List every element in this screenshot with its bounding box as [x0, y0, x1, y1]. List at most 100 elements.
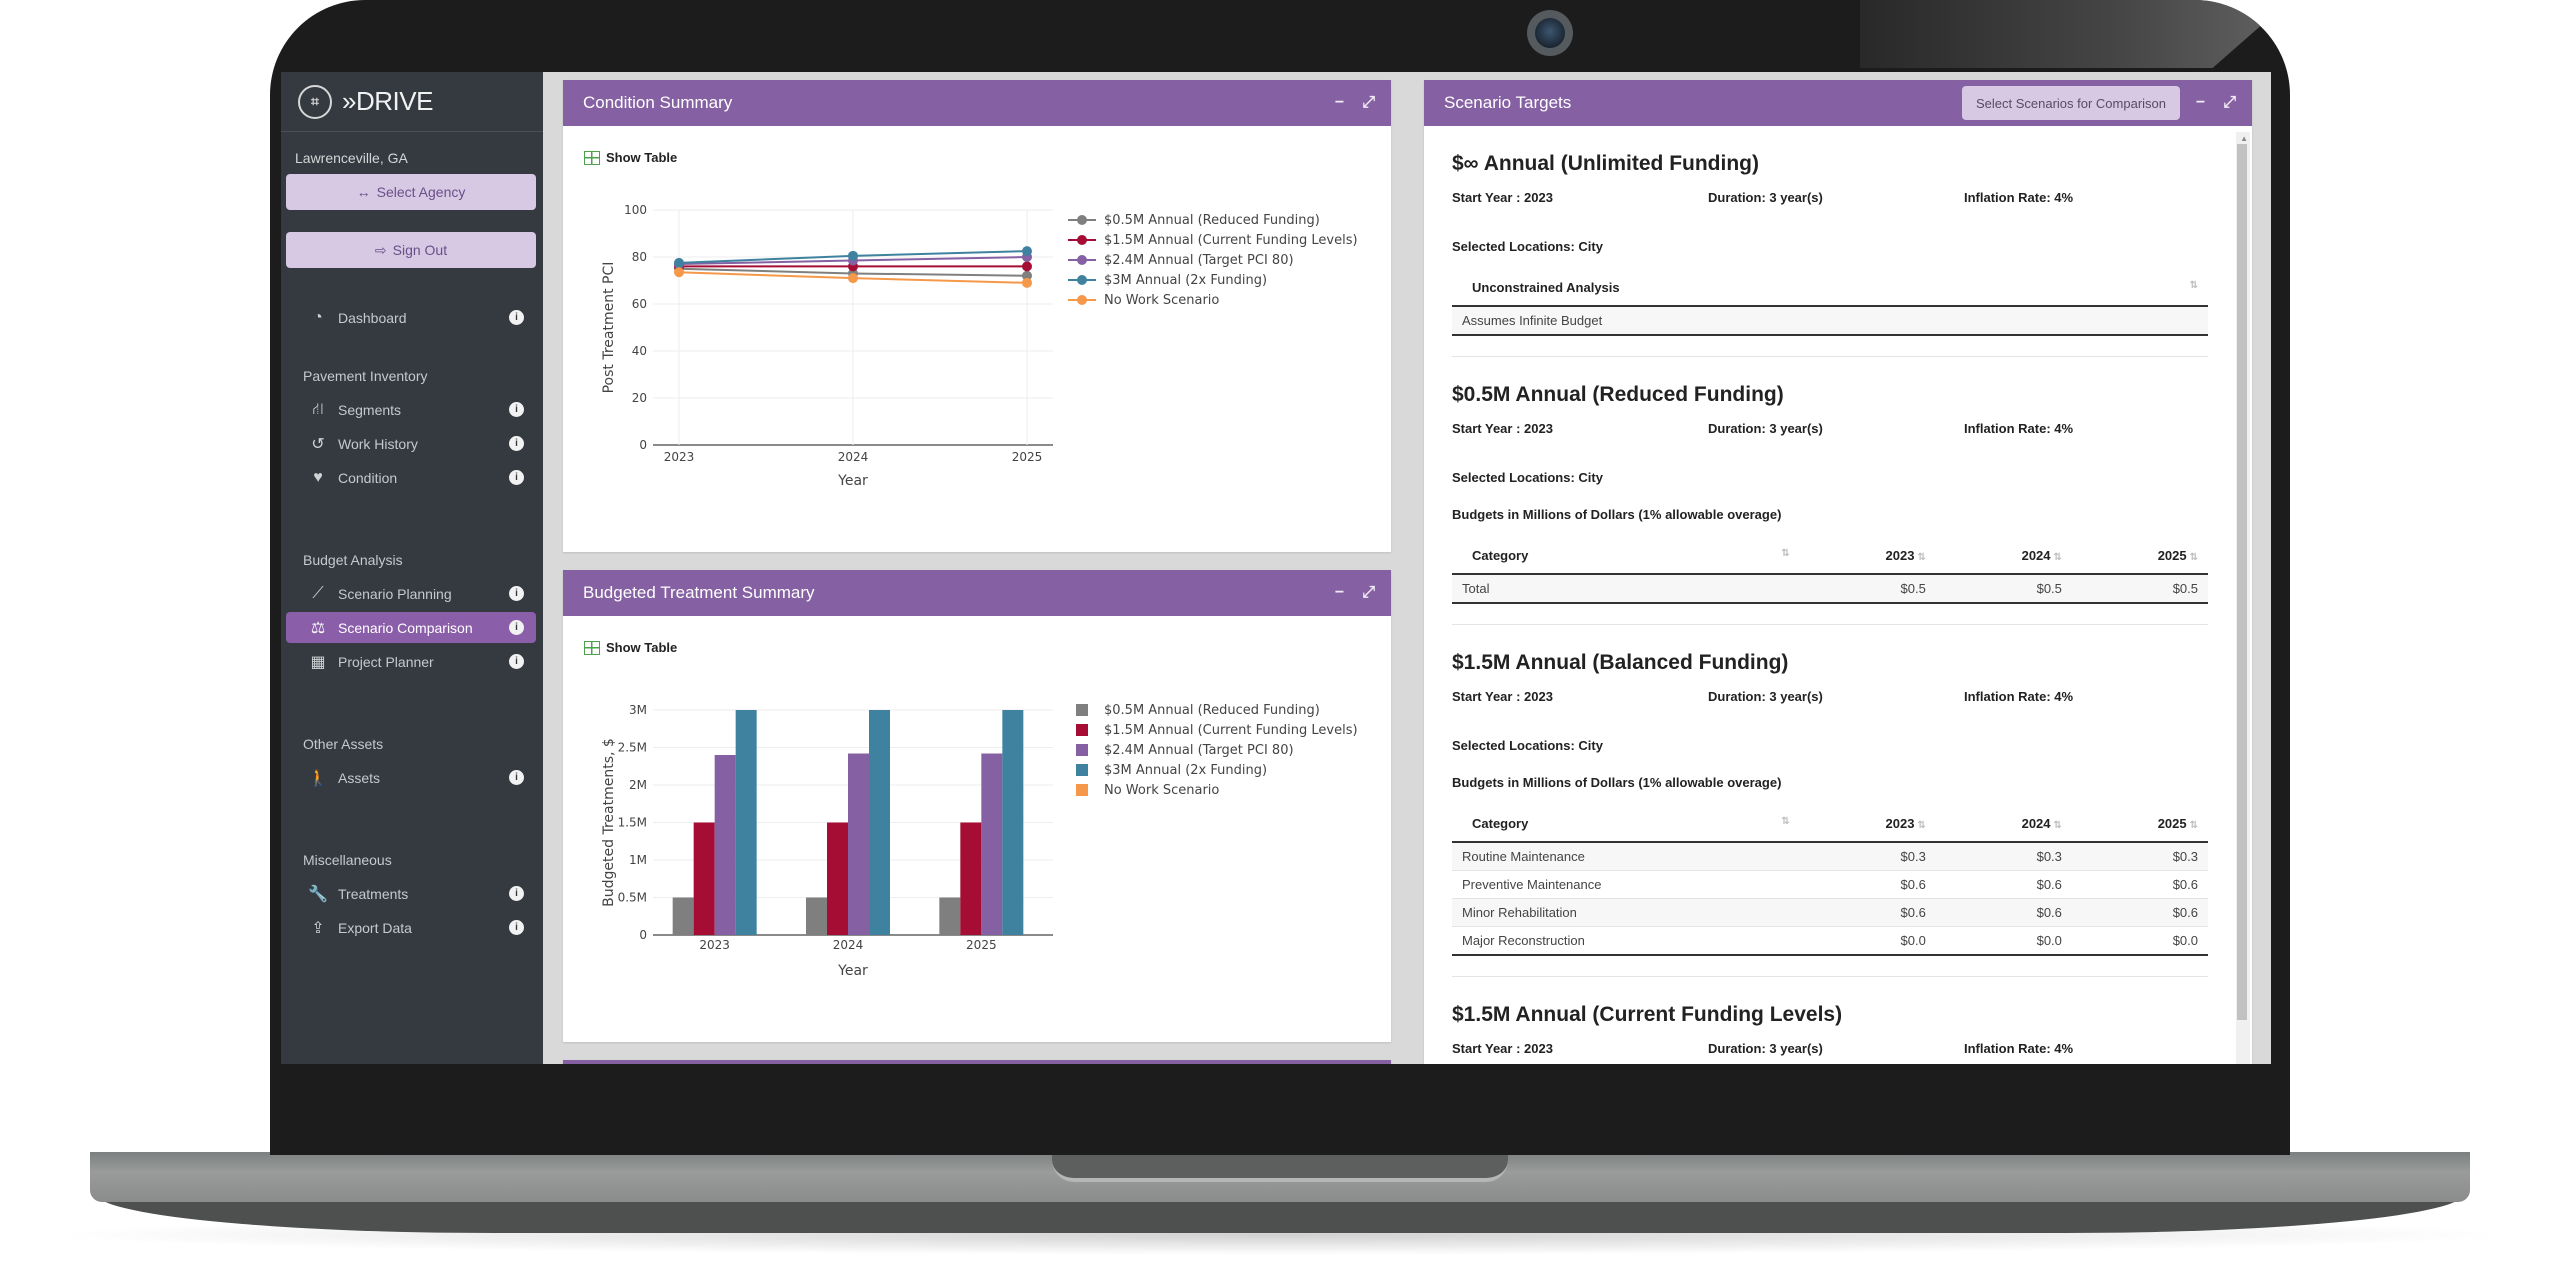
info-icon[interactable]: i — [509, 886, 524, 901]
inflation-rate: Inflation Rate: 4% — [1964, 1041, 2074, 1056]
info-icon[interactable]: i — [509, 310, 524, 325]
sidebar-item-scenario-comparison[interactable]: ⚖ Scenario Comparison i — [286, 612, 536, 643]
y-tick-label: 3M — [629, 703, 647, 717]
upload-icon: ⇪ — [311, 919, 325, 937]
x-tick-label: 2025 — [966, 938, 997, 952]
y-tick-label: 2.5M — [618, 741, 647, 755]
sidebar-item-assets[interactable]: 🚶 Assets i — [286, 762, 536, 793]
inflation-rate: Inflation Rate: 4% — [1964, 190, 2074, 205]
expand-icon[interactable]: ⤢ — [1362, 94, 1375, 112]
legend-label: $1.5M Annual (Current Funding Levels) — [1104, 723, 1358, 738]
info-icon[interactable]: i — [509, 470, 524, 485]
start-year: Start Year : 2023 — [1452, 1041, 1553, 1056]
legend-label: No Work Scenario — [1104, 783, 1219, 798]
column-header[interactable]: Category ⇅ — [1452, 808, 1800, 843]
minimize-icon[interactable]: − — [2196, 94, 2205, 112]
legend-marker — [1077, 275, 1087, 285]
budget-note: Budgets in Millions of Dollars (1% allow… — [1452, 507, 1782, 522]
sort-icon[interactable]: ⇅ — [2054, 820, 2062, 831]
column-header[interactable]: 2024 ⇅ — [1935, 540, 2072, 575]
column-header[interactable]: Unconstrained Analysis ⇅ — [1452, 272, 2208, 307]
column-header[interactable]: 2024 ⇅ — [1935, 808, 2072, 843]
info-icon[interactable]: i — [509, 620, 524, 635]
select-agency-button[interactable]: ↔ Select Agency — [286, 174, 536, 210]
data-point — [848, 250, 858, 261]
budget-note: Budgets in Millions of Dollars (1% allow… — [1452, 775, 1782, 790]
sidebar-item-work-history[interactable]: ↺ Work History i — [286, 428, 536, 459]
y-tick-label: 40 — [632, 344, 647, 358]
sort-icon[interactable]: ⇅ — [2190, 552, 2198, 563]
legend-marker — [1077, 255, 1087, 265]
column-header[interactable]: 2023 ⇅ — [1799, 808, 1936, 843]
sort-icon[interactable]: ⇅ — [1917, 820, 1925, 831]
sign-out-button[interactable]: ⇨ Sign Out — [286, 232, 536, 268]
sort-icon[interactable]: ⇅ — [2190, 820, 2198, 831]
info-icon[interactable]: i — [509, 770, 524, 785]
info-icon[interactable]: i — [509, 436, 524, 451]
sort-icon[interactable]: ⇅ — [2190, 280, 2198, 291]
y-tick-label: 0 — [639, 928, 647, 942]
nav-section-title: Other Assets — [303, 736, 384, 752]
expand-icon[interactable]: ⤢ — [2223, 94, 2236, 112]
column-header[interactable]: 2023 ⇅ — [1799, 540, 1936, 575]
sidebar-item-label: Segments — [338, 401, 402, 418]
column-header[interactable]: Category ⇅ — [1452, 540, 1800, 575]
bar — [960, 822, 982, 935]
sidebar-item-scenario-planning[interactable]: ⟋ Scenario Planning i — [286, 578, 536, 609]
table-cell: $0.5 — [2071, 574, 2208, 604]
y-tick-label: 0.5M — [618, 891, 647, 905]
sidebar-item-label: Assets — [338, 769, 381, 786]
sidebar-item-export-data[interactable]: ⇪ Export Data i — [286, 912, 536, 943]
table-cell: Major Reconstruction — [1452, 926, 1800, 956]
legend-label: $2.4M Annual (Target PCI 80) — [1104, 743, 1294, 758]
sidebar-item-label: Work History — [338, 435, 418, 452]
unconstrained-table: Unconstrained Analysis ⇅ Assumes Infinite… — [1452, 272, 2208, 336]
y-tick-label: 2M — [629, 778, 647, 792]
bar — [848, 753, 869, 935]
nav-section-title: Pavement Inventory — [303, 368, 428, 384]
condition-summary-panel: Condition Summary − ⤢ Show Table 0 20 40 60… — [563, 80, 1391, 552]
minimize-icon[interactable]: − — [1335, 584, 1344, 602]
panel-tools: − ⤢ — [1335, 570, 1375, 616]
legend-marker — [1077, 295, 1087, 305]
sidebar-item-project-planner[interactable]: ▦ Project Planner i — [286, 646, 536, 677]
bar — [1002, 710, 1024, 935]
panel-title: Condition Summary — [583, 93, 733, 112]
sort-icon[interactable]: ⇅ — [1781, 548, 1789, 559]
scroll-up-arrow-icon[interactable]: ▲ — [2240, 134, 2248, 143]
table-cell: Total — [1452, 574, 1800, 604]
expand-icon[interactable]: ⤢ — [1362, 584, 1375, 602]
y-tick-label: 60 — [632, 297, 647, 311]
y-tick-label: 100 — [624, 203, 647, 217]
brand[interactable]: ⌗ »DRIVE — [281, 72, 543, 132]
info-icon[interactable]: i — [509, 402, 524, 417]
sort-icon[interactable]: ⇅ — [2054, 552, 2062, 563]
sort-icon[interactable]: ⇅ — [1917, 552, 1925, 563]
bar — [735, 710, 757, 935]
info-icon[interactable]: i — [509, 654, 524, 669]
sidebar-item-treatments[interactable]: 🔧 Treatments i — [286, 878, 536, 909]
scenario-meta: Start Year : 2023 Duration: 3 year(s) In… — [1452, 689, 2208, 704]
budget-bar-chart: 0 0.5M 1M 1.5M 2M 2.5M 3M Year Budgeted Treatmen… — [601, 703, 1358, 979]
column-header[interactable]: 2025 ⇅ — [2071, 808, 2208, 843]
y-tick-label: 1.5M — [618, 816, 647, 830]
table-cell: $0.3 — [2071, 842, 2208, 871]
column-header[interactable]: 2025 ⇅ — [2071, 540, 2208, 575]
wrench-icon: 🔧 — [308, 885, 328, 903]
sidebar-item-dashboard[interactable]: ◔ Dashboard i — [286, 302, 536, 333]
data-point — [674, 267, 684, 278]
minimize-icon[interactable]: − — [1335, 94, 1344, 112]
legend-marker — [1077, 235, 1087, 245]
x-tick-label: 2023 — [664, 450, 695, 464]
panel-header: Scenario Targets Select Scenarios for Co… — [1424, 80, 2252, 126]
inflation-rate: Inflation Rate: 4% — [1964, 689, 2074, 704]
table-cell: Minor Rehabilitation — [1452, 898, 1800, 927]
info-icon[interactable]: i — [509, 586, 524, 601]
scrollbar-thumb[interactable] — [2237, 144, 2247, 1020]
sidebar-item-segments[interactable]: ⛙ Segments i — [286, 394, 536, 425]
sort-icon[interactable]: ⇅ — [1781, 816, 1789, 827]
sidebar-item-condition[interactable]: ♥ Condition i — [286, 462, 536, 493]
select-scenarios-button[interactable]: Select Scenarios for Comparison — [1961, 86, 2180, 120]
info-icon[interactable]: i — [509, 920, 524, 935]
table-cell: $0.6 — [1935, 870, 2072, 899]
